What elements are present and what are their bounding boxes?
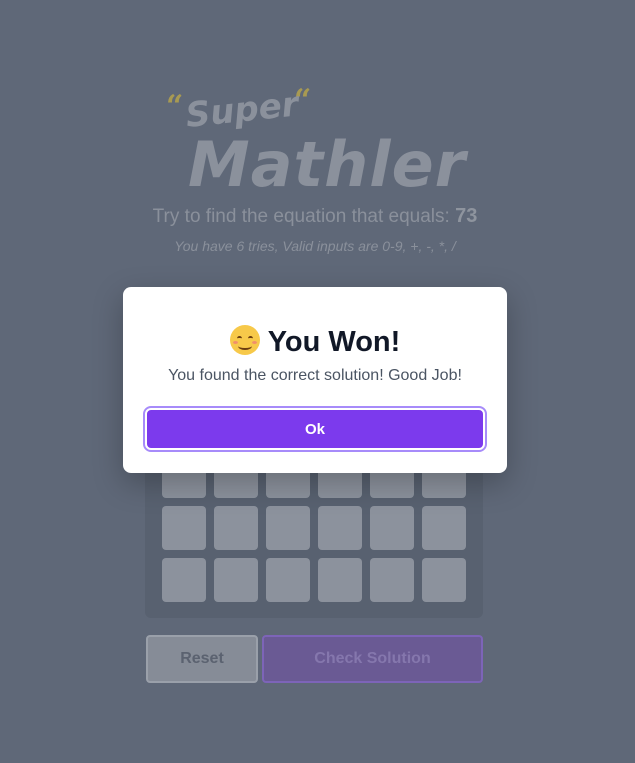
dialog-message: You found the correct solution! Good Job… [168,367,462,384]
grid-tile [422,506,466,550]
grid-tile [370,558,414,602]
super-mathler-logo: “ “ Super Mathler [160,84,465,201]
logo-open-quote: “ [166,89,184,124]
input-hint: You have 6 tries, Valid inputs are 0-9, … [174,238,456,254]
grid-tile [266,506,310,550]
smiling-face-icon [229,325,260,355]
target-value: 73 [455,205,478,227]
grid-tile [266,558,310,602]
dialog-title-text: You Won! [267,326,401,358]
dialog-title: You Won! [123,325,507,359]
win-dialog: You Won! You found the correct solution!… [123,287,507,473]
reset-button[interactable]: Reset [146,635,258,683]
grid-tile [214,506,258,550]
grid-tile [370,506,414,550]
grid-tile [214,558,258,602]
logo-word-mathler: Mathler [188,128,467,201]
grid-tile [162,558,206,602]
grid-tile [318,506,362,550]
grid-tile [162,506,206,550]
ok-button[interactable]: Ok [143,406,487,452]
target-prompt: Try to find the equation that equals: 73 [0,205,630,228]
grid-tile [318,558,362,602]
game-page: “ “ Super Mathler Try to find the equati… [0,0,635,763]
check-solution-button[interactable]: Check Solution [262,635,483,683]
grid-tile [422,558,466,602]
target-prompt-text: Try to find the equation that equals: [152,206,456,227]
